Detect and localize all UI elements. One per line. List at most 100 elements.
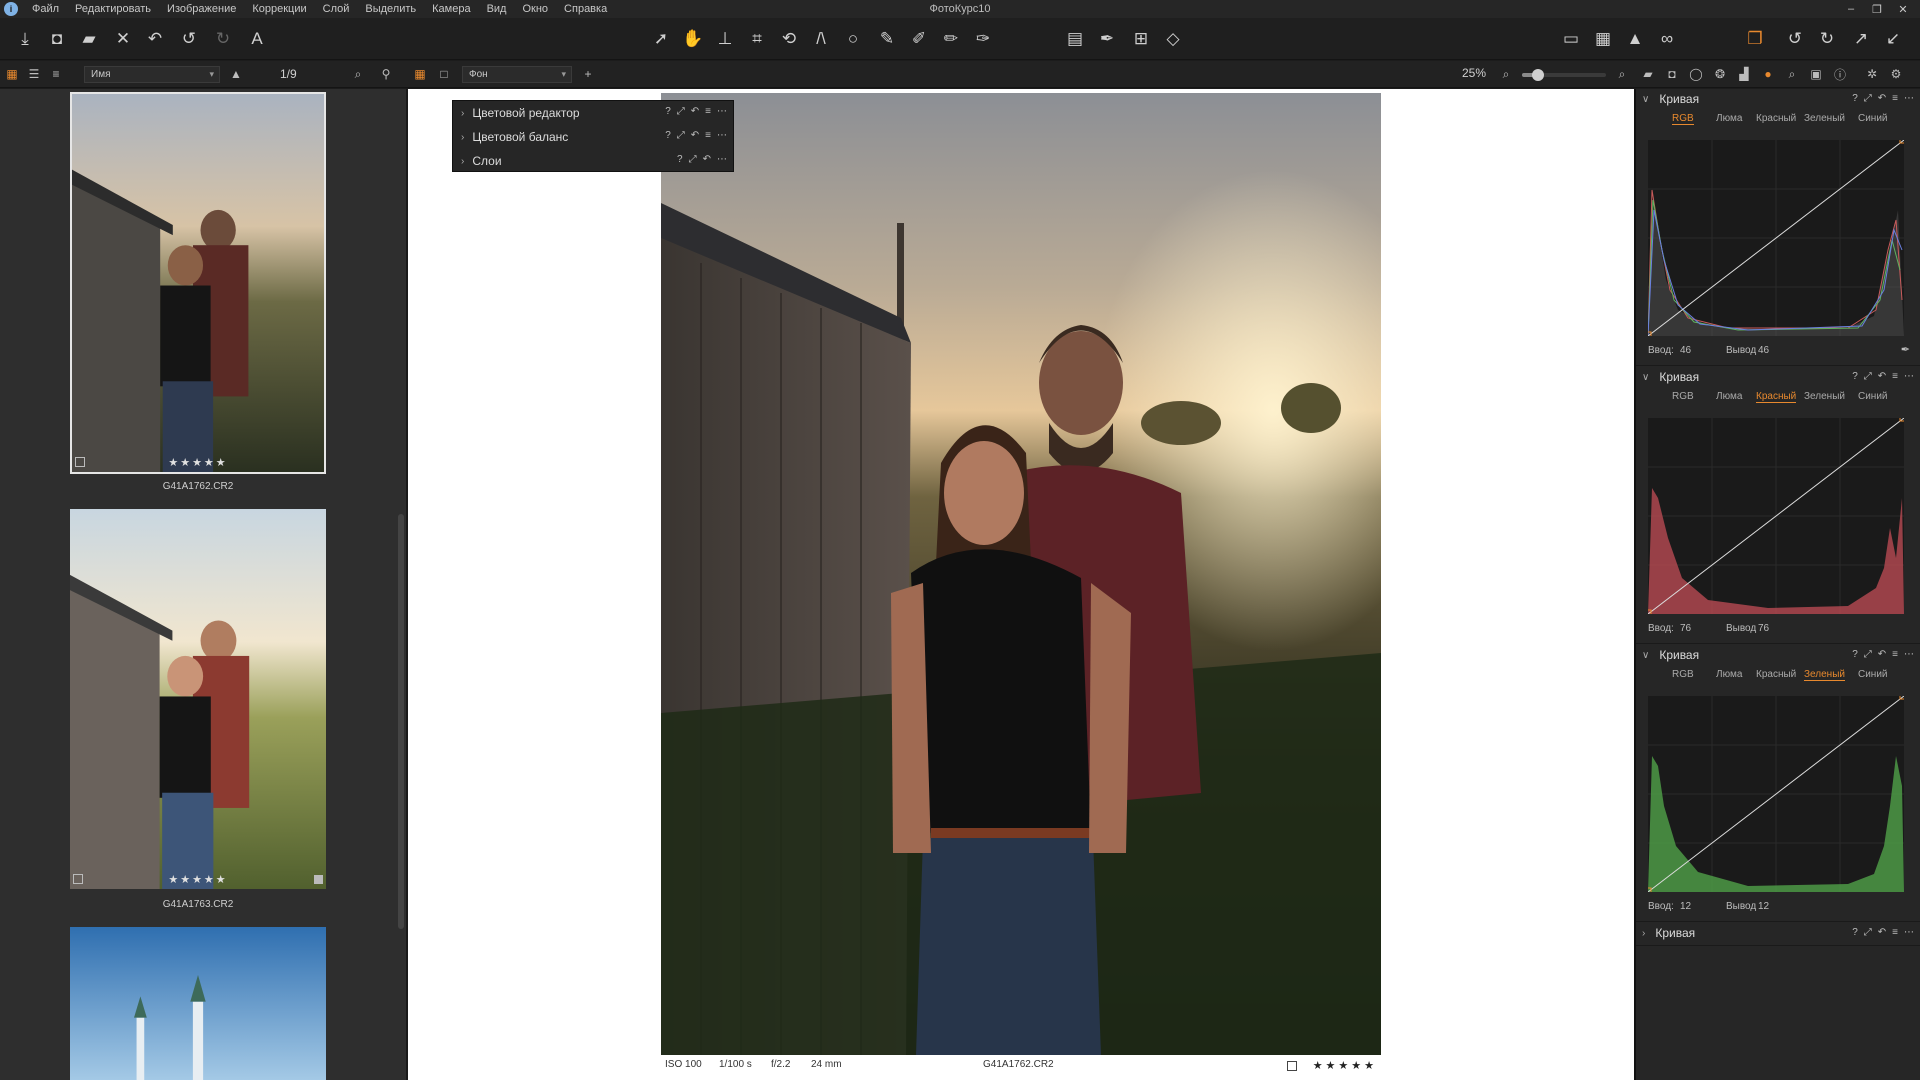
reset-icon[interactable]: ↶ — [691, 130, 699, 141]
more-icon[interactable]: ⋯ — [1904, 371, 1914, 382]
cursor-icon[interactable]: ➚ — [650, 28, 672, 50]
export-icon[interactable]: ↗ — [1850, 28, 1872, 50]
reset-icon[interactable]: ↶ — [1878, 371, 1886, 382]
curve-graph[interactable] — [1648, 140, 1904, 336]
popup-row-layers[interactable]: › Слои ? ⤢ ↶ ⋯ — [453, 149, 733, 173]
help-icon[interactable]: ? — [665, 130, 671, 141]
main-photo[interactable] — [661, 93, 1381, 1055]
tab-green[interactable]: Зеленый — [1804, 669, 1845, 681]
menu-file[interactable]: Файл — [24, 0, 67, 18]
add-layer-icon[interactable]: + — [580, 66, 596, 82]
sort-direction-icon[interactable]: ▲ — [228, 66, 244, 82]
workspace-icon[interactable]: ❐ — [1744, 28, 1766, 50]
info-tab-icon[interactable]: ⓘ — [1832, 66, 1848, 82]
popup-row-color-editor[interactable]: › Цветовой редактор ? ⤢ ↶ ≡ ⋯ — [453, 101, 733, 125]
more-icon[interactable]: ⋯ — [717, 130, 727, 141]
app-logo-icon[interactable]: i — [4, 2, 18, 16]
menu-help[interactable]: Справка — [556, 0, 615, 18]
tab-red[interactable]: Красный — [1756, 391, 1797, 403]
undo-step-icon[interactable]: ↺ — [178, 28, 200, 50]
eyedropper-icon[interactable]: ✒ — [1096, 28, 1118, 50]
layout-icon[interactable]: ▤ — [1064, 28, 1086, 50]
photo-rating[interactable]: ★★★★★ — [1313, 1059, 1377, 1072]
gradient-icon[interactable]: ✑ — [972, 28, 994, 50]
help-icon[interactable]: ? — [677, 154, 683, 165]
crop-icon[interactable]: ⌗ — [746, 28, 768, 50]
grid-view-icon[interactable]: ▦ — [4, 66, 20, 82]
zoom-in-icon[interactable]: ⌕ — [1614, 66, 1630, 82]
help-icon[interactable]: ? — [1852, 371, 1858, 382]
menu-icon[interactable]: ≡ — [1892, 927, 1898, 938]
menu-icon[interactable]: ≡ — [705, 130, 711, 141]
reset-icon[interactable]: ↶ — [1878, 927, 1886, 938]
brush-icon[interactable]: ✎ — [876, 28, 898, 50]
lens-tab-icon[interactable]: ◯ — [1688, 66, 1704, 82]
menu-icon[interactable]: ≡ — [1892, 371, 1898, 382]
menu-icon[interactable]: ≡ — [705, 106, 711, 117]
thumbnail-frame[interactable]: ★★★★★ — [70, 509, 326, 889]
photo-checkbox[interactable] — [1287, 1061, 1297, 1071]
exposure-tab-icon[interactable]: ▟ — [1736, 66, 1752, 82]
stamp-icon[interactable]: ⊥ — [714, 28, 736, 50]
more-icon[interactable]: ⋯ — [1904, 93, 1914, 104]
curves-tab-icon[interactable]: ● — [1760, 66, 1776, 82]
grid-icon[interactable]: ⊞ — [1130, 28, 1152, 50]
tab-blue[interactable]: Синий — [1858, 669, 1888, 680]
glasses-icon[interactable]: ∞ — [1656, 28, 1678, 50]
zoom-slider[interactable] — [1522, 69, 1606, 81]
menu-view[interactable]: Вид — [479, 0, 515, 18]
menu-layer[interactable]: Слой — [315, 0, 358, 18]
curve-graph[interactable] — [1648, 696, 1904, 892]
tab-red[interactable]: Красный — [1756, 113, 1796, 124]
zoom-out-icon[interactable]: ⌕ — [1498, 66, 1514, 82]
menu-edit[interactable]: Редактировать — [67, 0, 159, 18]
reset-icon[interactable]: ↶ — [703, 154, 711, 165]
zoom-slider-knob[interactable] — [1532, 69, 1544, 81]
color-tab-icon[interactable]: ❂ — [1712, 66, 1728, 82]
expand-icon[interactable]: ⤢ — [1864, 649, 1872, 660]
help-icon[interactable]: ? — [1852, 927, 1858, 938]
batch-tab-icon[interactable]: ⚙ — [1888, 66, 1904, 82]
menu-icon[interactable]: ≡ — [1892, 93, 1898, 104]
help-icon[interactable]: ? — [1852, 649, 1858, 660]
import-icon[interactable]: ⤓ — [14, 28, 36, 50]
tab-rgb[interactable]: RGB — [1672, 391, 1694, 402]
circle-icon[interactable]: ○ — [842, 28, 864, 50]
delete-icon[interactable]: ✕ — [112, 28, 134, 50]
menu-select[interactable]: Выделить — [357, 0, 424, 18]
search-icon[interactable]: ⌕ — [350, 66, 366, 82]
tab-luma[interactable]: Люма — [1716, 669, 1742, 680]
straighten-icon[interactable]: /\ — [810, 28, 832, 50]
more-icon[interactable]: ⋯ — [1904, 649, 1914, 660]
menu-image[interactable]: Изображение — [159, 0, 244, 18]
display-icon[interactable]: ▭ — [1560, 28, 1582, 50]
expand-icon[interactable]: ⤢ — [677, 106, 685, 117]
hand-icon[interactable]: ✋ — [682, 28, 704, 50]
menu-camera[interactable]: Камера — [424, 0, 478, 18]
expand-icon[interactable]: ⤢ — [677, 130, 685, 141]
text-icon[interactable]: A — [246, 28, 268, 50]
curve-panel-header[interactable]: ∨ Кривая ? ⤢ ↶ ≡ ⋯ — [1636, 645, 1920, 665]
help-icon[interactable]: ? — [665, 106, 671, 117]
warning-icon[interactable]: ▲ — [1624, 28, 1646, 50]
reset-icon[interactable]: ↶ — [1878, 93, 1886, 104]
eraser-icon[interactable]: ✏ — [940, 28, 962, 50]
details-tab-icon[interactable]: ⌕ — [1784, 66, 1800, 82]
viewer-grid-icon[interactable]: ▦ — [412, 66, 428, 82]
viewer-single-icon[interactable]: □ — [436, 66, 452, 82]
filmstrip-view-icon[interactable]: ≡ — [48, 66, 64, 82]
close-window-button[interactable]: ✕ — [1890, 0, 1916, 18]
filter-icon[interactable]: ⚲ — [378, 66, 394, 82]
tab-luma[interactable]: Люма — [1716, 113, 1742, 124]
popup-row-color-balance[interactable]: › Цветовой баланс ? ⤢ ↶ ≡ ⋯ — [453, 125, 733, 149]
settings-tab-icon[interactable]: ✲ — [1864, 66, 1880, 82]
thumbnail-rating[interactable]: ★★★★★ — [70, 873, 326, 886]
eyedropper-icon[interactable]: ✒ — [1901, 343, 1910, 356]
grid-overlay-icon[interactable]: ▦ — [1592, 28, 1614, 50]
tab-red[interactable]: Красный — [1756, 669, 1796, 680]
expand-icon[interactable]: ⤢ — [1864, 371, 1872, 382]
metadata-tab-icon[interactable]: ▣ — [1808, 66, 1824, 82]
capture-tab-icon[interactable]: ◘ — [1664, 66, 1680, 82]
rotate-left-icon[interactable]: ↺ — [1784, 28, 1806, 50]
menu-icon[interactable]: ≡ — [1892, 649, 1898, 660]
